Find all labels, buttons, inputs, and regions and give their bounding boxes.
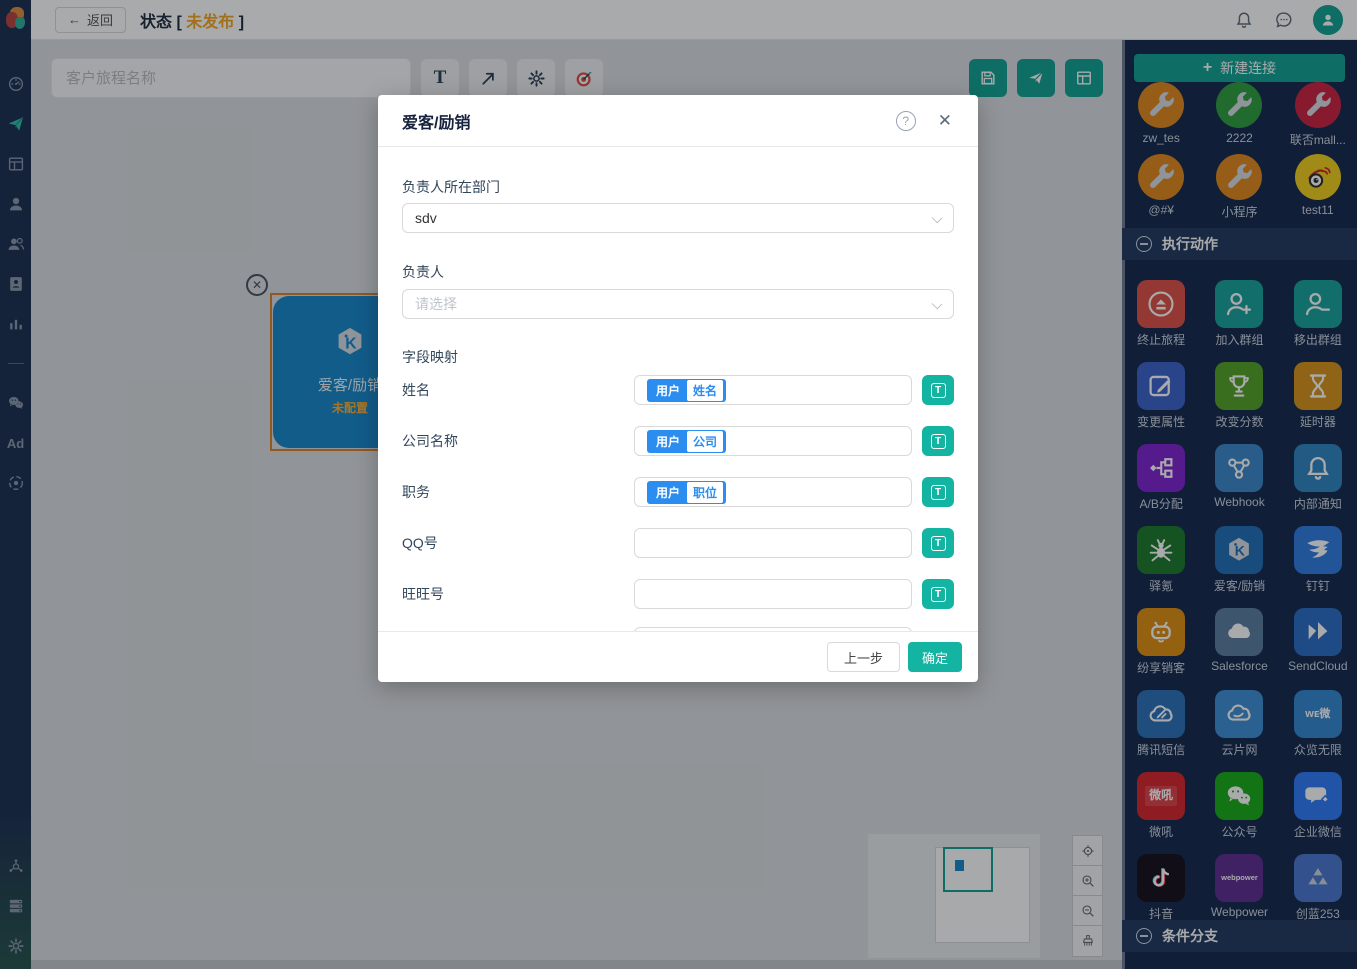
mapping-field-label: 公司名称 [402, 433, 458, 449]
chevron-down-icon [931, 298, 943, 310]
text-T-icon: T [930, 484, 946, 500]
text-T-icon: T [930, 535, 946, 551]
mapping-field-label: 职务 [402, 484, 430, 500]
mapping-field-input[interactable] [634, 627, 912, 631]
owner-label: 负责人 [402, 264, 444, 280]
modal-title: 爱客/励销 [402, 114, 471, 132]
chevron-down-icon [931, 212, 943, 224]
insert-text-button[interactable]: T [922, 375, 954, 405]
dept-label: 负责人所在部门 [402, 179, 500, 195]
close-icon[interactable]: ✕ [931, 111, 958, 130]
mapping-field-label: QQ号 [402, 535, 438, 551]
owner-select[interactable]: 请选择 [402, 289, 954, 319]
tag-scope: 用户 [656, 383, 681, 398]
mapping-field-label: 姓名 [402, 382, 430, 398]
tag-scope: 用户 [656, 434, 681, 449]
text-T-icon: T [930, 433, 946, 449]
insert-text-button[interactable]: T [922, 477, 954, 507]
tag-scope: 用户 [656, 485, 681, 500]
text-T-icon: T [930, 586, 946, 602]
mapping-section-label: 字段映射 [402, 349, 458, 365]
mapping-field-label: 旺旺号 [402, 586, 444, 602]
mapping-field-input[interactable] [634, 579, 912, 609]
tag-field: 职位 [687, 481, 724, 503]
tag-field: 姓名 [687, 379, 724, 401]
insert-text-button[interactable]: T [922, 579, 954, 609]
field-tag[interactable]: 用户 公司 [647, 429, 727, 453]
mapping-field-input[interactable]: 用户 姓名 [634, 375, 912, 405]
confirm-button[interactable]: 确定 [907, 642, 962, 672]
insert-text-button[interactable]: T [922, 426, 954, 456]
mapping-field-input[interactable] [634, 528, 912, 558]
mapping-field-input[interactable]: 用户 职位 [634, 477, 912, 507]
app-root: Ad ← 返回 状态 [ 未发布 ] T [0, 0, 1357, 969]
previous-step-button[interactable]: 上一步 [826, 642, 900, 672]
insert-text-button[interactable]: T [922, 528, 954, 558]
dept-select[interactable]: sdv [402, 203, 954, 233]
tag-field: 公司 [687, 430, 724, 452]
help-icon[interactable]: ? [895, 110, 916, 131]
mapping-field-input[interactable]: 用户 公司 [634, 426, 912, 456]
text-T-icon: T [930, 382, 946, 398]
field-tag[interactable]: 用户 职位 [647, 480, 727, 504]
aike-config-modal: 爱客/励销 ? ✕ 负责人所在部门 sdv 负责人 请选择 字段映射 姓名 用户姓… [378, 95, 978, 682]
field-tag[interactable]: 用户 姓名 [647, 378, 727, 402]
